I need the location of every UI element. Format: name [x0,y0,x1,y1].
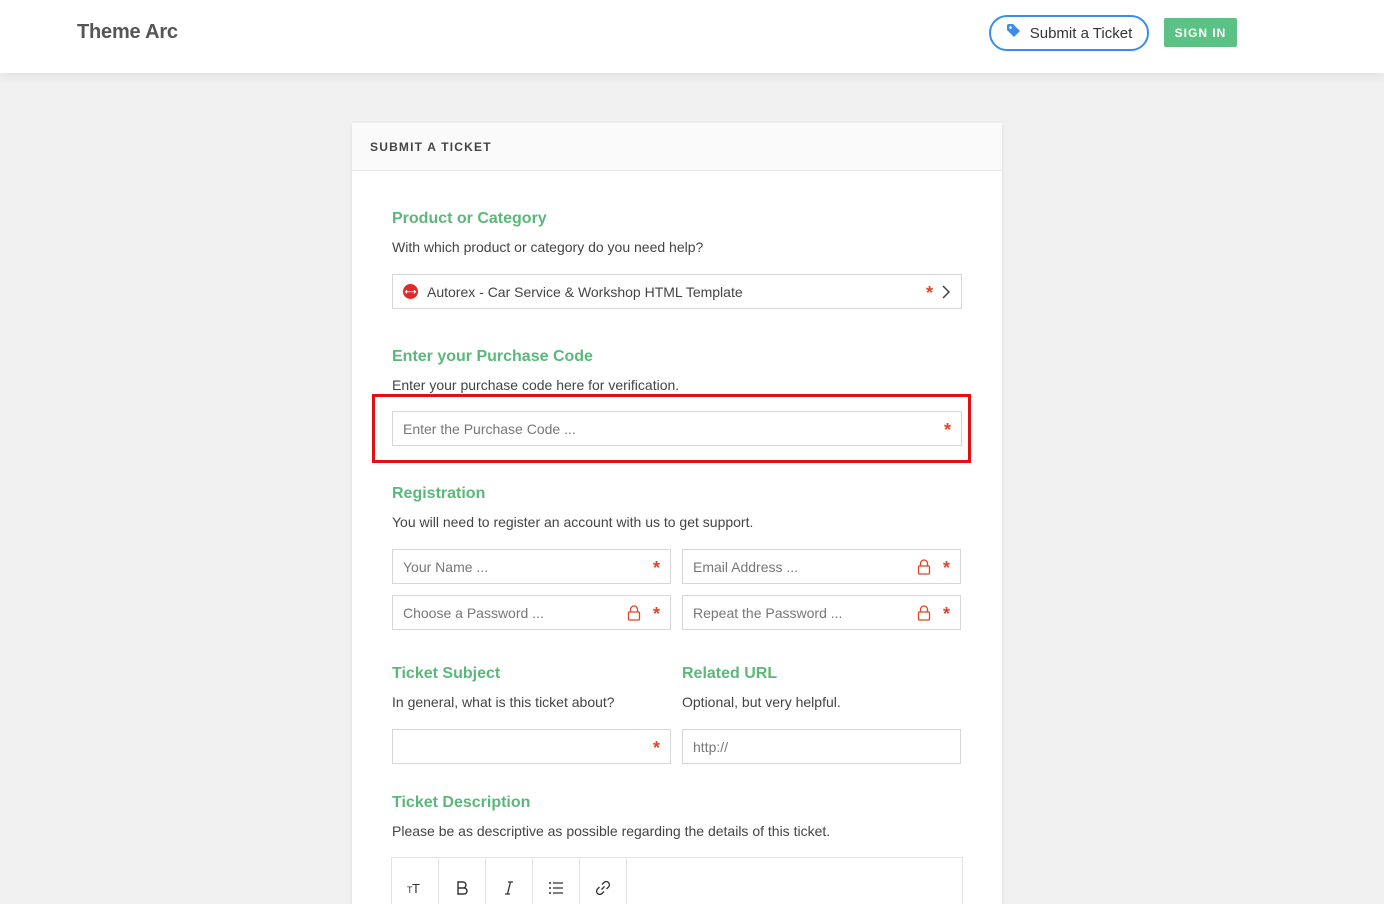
submit-ticket-card: SUBMIT A TICKET Product or Category With… [352,123,1002,904]
lock-icon [917,605,931,621]
italic-icon[interactable] [486,858,533,904]
brand-logo-text[interactable]: Theme Arc [77,21,178,44]
related-url-placeholder: http:// [693,738,729,755]
name-placeholder: Your Name ... [403,558,489,575]
repeat-password-placeholder: Repeat the Password ... [693,604,843,621]
password-placeholder: Choose a Password ... [403,604,544,621]
purchase-code-section-title: Enter your Purchase Code [392,348,593,365]
required-asterisk-icon: * [942,558,950,578]
purchase-code-section-description: Enter your purchase code here for verifi… [392,377,680,393]
list-icon[interactable] [533,858,580,904]
registration-section-description: You will need to register an account wit… [392,514,754,530]
required-asterisk-icon: * [652,604,660,624]
tag-icon [1006,23,1022,43]
ticket-description-title: Ticket Description [392,794,531,811]
required-asterisk-icon: * [942,604,950,624]
editor-toolbar: TT [391,857,963,904]
link-icon[interactable] [580,858,627,904]
product-select[interactable]: ⟷ Autorex - Car Service & Workshop HTML … [392,274,962,309]
required-asterisk-icon: * [652,738,660,758]
lock-icon [627,605,641,621]
password-input[interactable]: Choose a Password ... * [392,595,671,630]
card-title: SUBMIT A TICKET [370,139,492,154]
submit-ticket-label: Submit a Ticket [1029,24,1133,42]
chevron-right-icon [941,284,951,300]
text-size-icon[interactable]: TT [392,858,439,904]
related-url-title: Related URL [682,665,778,682]
ticket-subject-input[interactable]: * [392,729,671,764]
top-navigation-bar: Theme Arc Submit a Ticket SIGN IN [0,0,1384,73]
product-logo-icon: ⟷ [403,284,418,299]
ticket-subject-title: Ticket Subject [392,665,501,682]
purchase-code-highlight [372,394,971,463]
related-url-description: Optional, but very helpful. [682,694,841,710]
required-asterisk-icon: * [925,283,933,303]
registration-section-title: Registration [392,485,486,502]
svg-text:T: T [412,881,420,896]
email-placeholder: Email Address ... [693,558,799,575]
bold-icon[interactable] [439,858,486,904]
lock-icon [917,559,931,575]
name-input[interactable]: Your Name ... * [392,549,671,584]
ticket-subject-description: In general, what is this ticket about? [392,694,615,710]
ticket-description-description: Please be as descriptive as possible reg… [392,823,831,839]
email-input[interactable]: Email Address ... * [682,549,961,584]
product-section-description: With which product or category do you ne… [392,239,704,255]
product-selected-value: Autorex - Car Service & Workshop HTML Te… [427,283,743,300]
sign-in-button[interactable]: SIGN IN [1164,18,1237,47]
related-url-input[interactable]: http:// [682,729,961,764]
required-asterisk-icon: * [652,558,660,578]
product-section-title: Product or Category [392,210,547,227]
card-header: SUBMIT A TICKET [352,123,1002,171]
repeat-password-input[interactable]: Repeat the Password ... * [682,595,961,630]
submit-ticket-button[interactable]: Submit a Ticket [989,15,1149,51]
